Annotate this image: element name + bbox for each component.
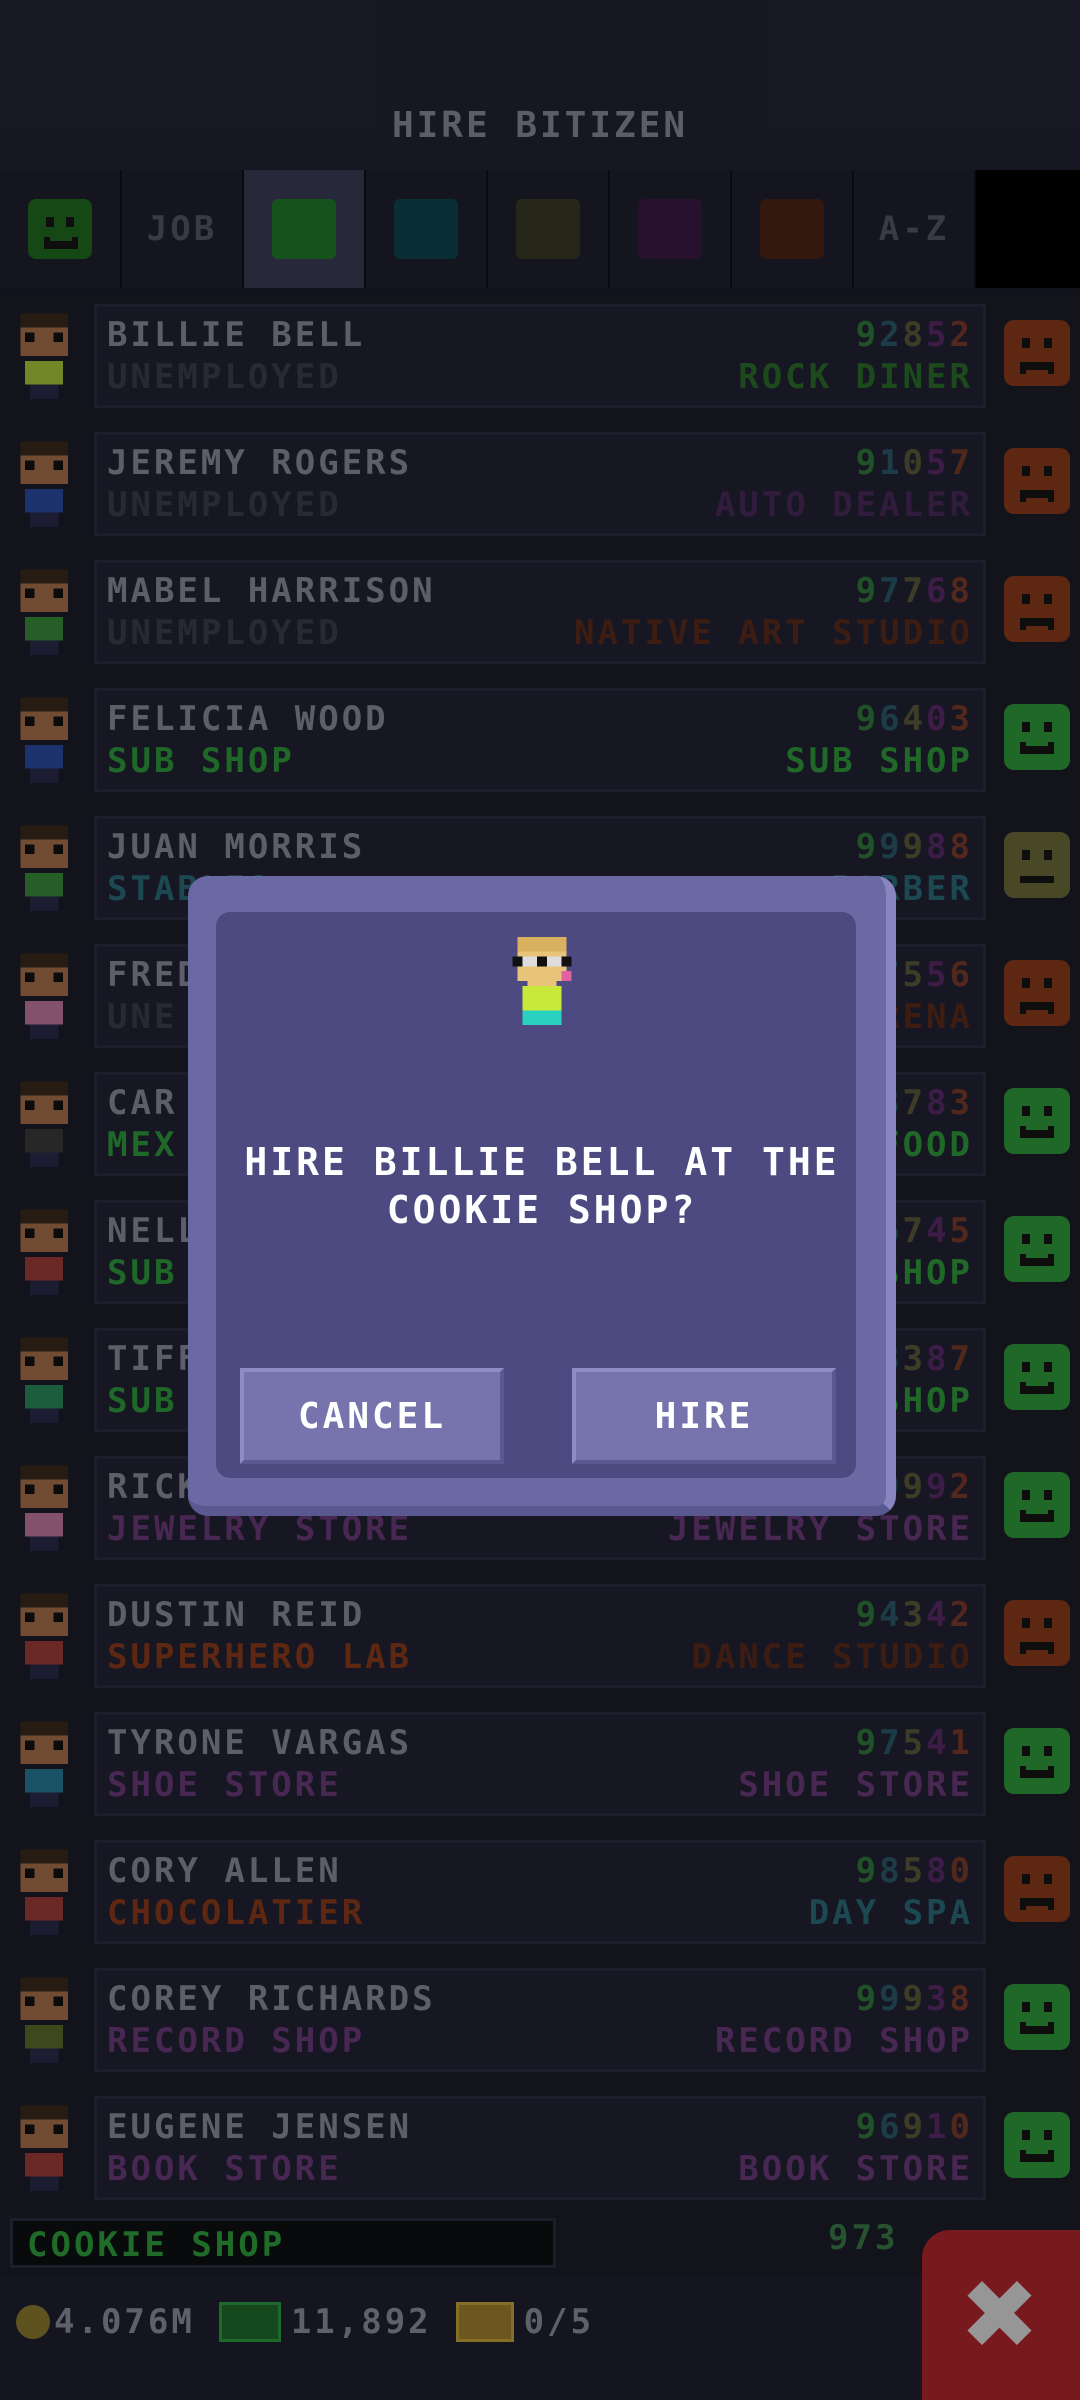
cancel-button[interactable]: CANCEL [240, 1368, 504, 1464]
bitizen-portrait [512, 936, 572, 1026]
hire-dialog: HIRE BILLIE BELL AT THE COOKIE SHOP? CAN… [188, 876, 896, 1516]
hire-button[interactable]: HIRE [572, 1368, 836, 1464]
dialog-message: HIRE BILLIE BELL AT THE COOKIE SHOP? [244, 1140, 840, 1232]
dialog-overlay: HIRE BILLIE BELL AT THE COOKIE SHOP? CAN… [0, 0, 1080, 2400]
